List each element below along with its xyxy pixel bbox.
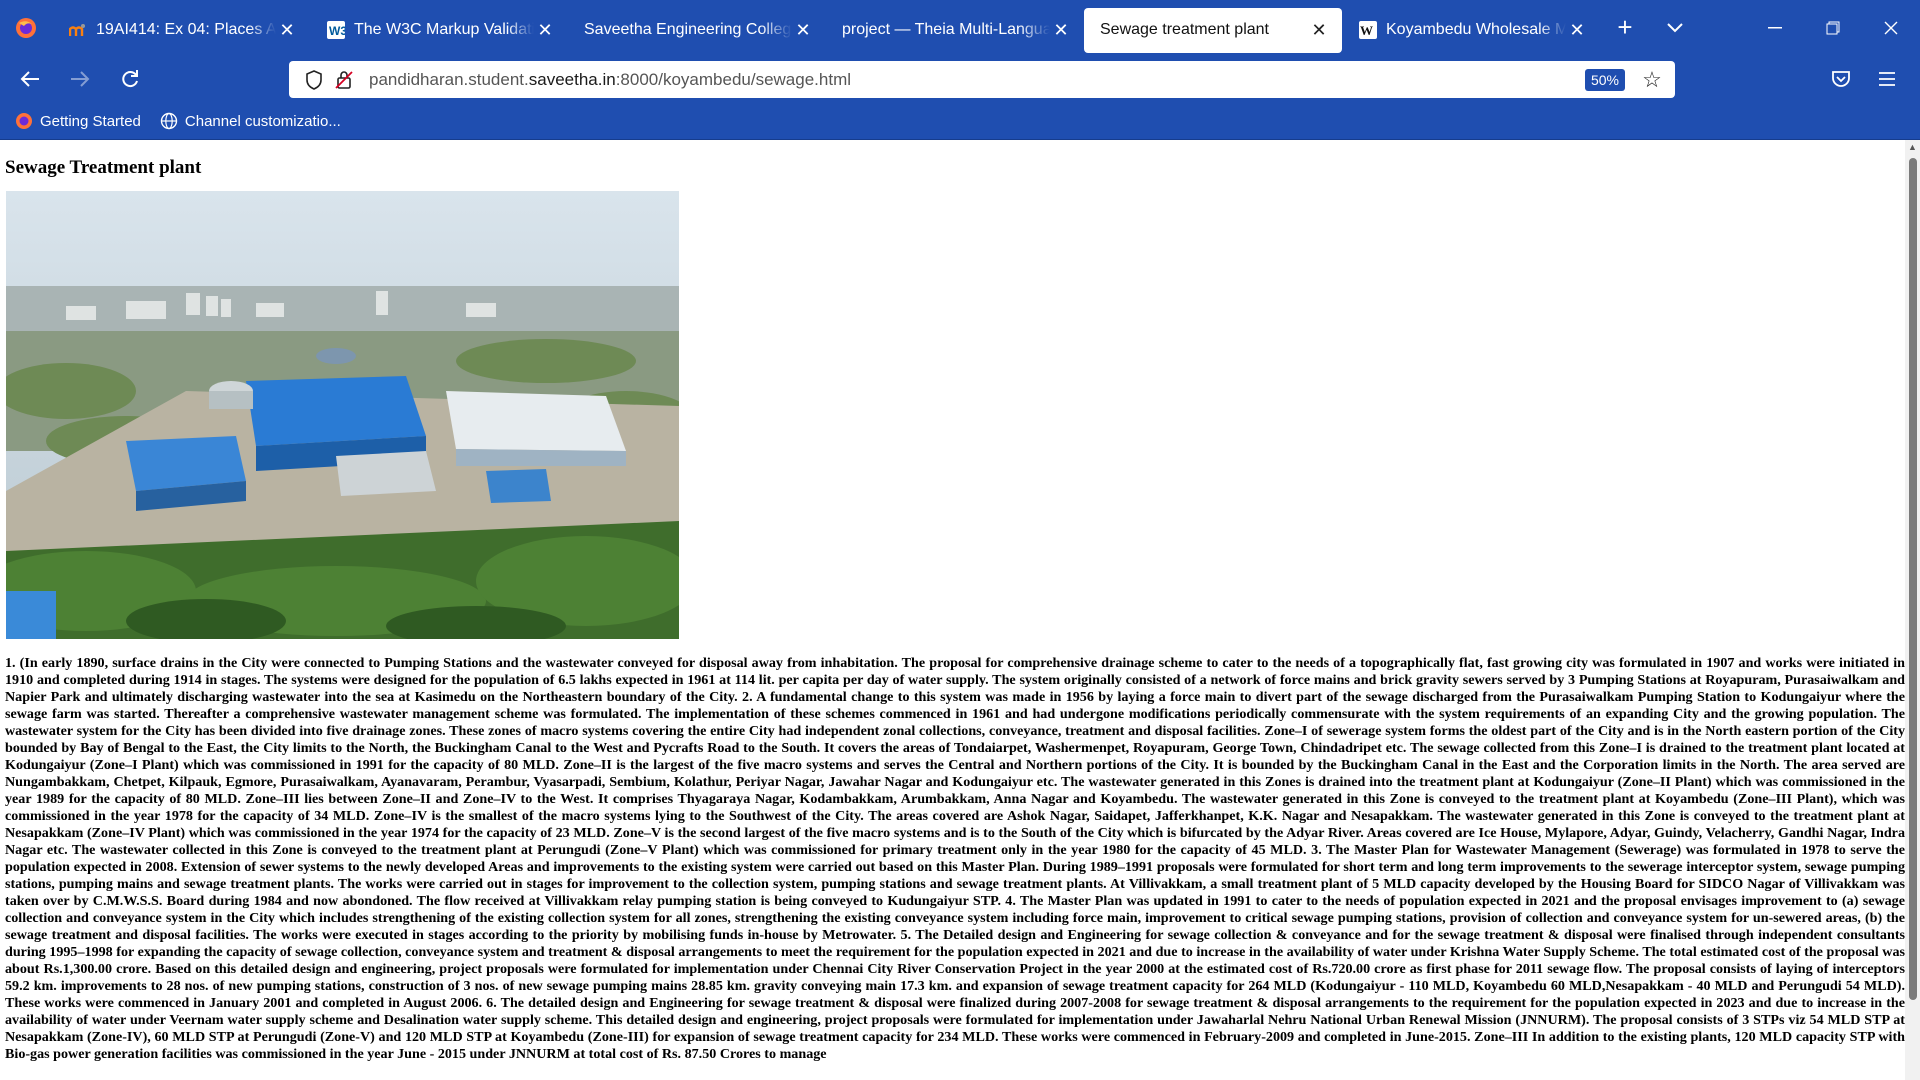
tracking-protection-shield-icon[interactable]	[299, 65, 329, 95]
url-path: :8000/koyambedu/sewage.html	[615, 69, 852, 89]
tab-strip: 19AI414: Ex 04: Places Around Me ✕ W3 Th…	[0, 0, 1920, 55]
close-tab-icon[interactable]: ✕	[792, 20, 814, 41]
firefox-icon	[14, 111, 34, 131]
minimize-icon[interactable]	[1746, 0, 1804, 55]
page-scrollbar[interactable]: ▲	[1905, 140, 1920, 1080]
tab-title: Saveetha Engineering College	[584, 21, 792, 38]
close-tab-icon[interactable]: ✕	[534, 20, 556, 41]
url-host: pandidharan.student.	[369, 69, 529, 89]
bookmark-star-icon[interactable]: ☆	[1637, 67, 1667, 93]
w3c-icon: W3	[326, 20, 346, 40]
zoom-level-badge[interactable]: 50%	[1584, 68, 1625, 91]
close-tab-icon[interactable]: ✕	[276, 20, 298, 41]
tab-theia-workspace[interactable]: project — Theia Multi-Language Workspace…	[826, 8, 1084, 53]
page-heading: Sewage Treatment plant	[5, 157, 202, 178]
bookmark-getting-started[interactable]: Getting Started	[14, 111, 141, 131]
svg-text:W: W	[1360, 23, 1373, 38]
list-all-tabs-chevron-down-icon[interactable]	[1650, 0, 1700, 55]
address-bar[interactable]: pandidharan.student.saveetha.in:8000/koy…	[289, 61, 1675, 98]
tab-title: Sewage treatment plant	[1100, 21, 1269, 38]
moodle-icon	[68, 20, 88, 40]
tab-w3c-validator[interactable]: W3 The W3C Markup Validation Service ✕	[310, 8, 568, 53]
scroll-up-arrow-icon[interactable]: ▲	[1905, 140, 1920, 155]
tab-places-around-me[interactable]: 19AI414: Ex 04: Places Around Me ✕	[52, 8, 310, 53]
firefox-menu-icon[interactable]	[0, 0, 52, 55]
wikipedia-icon: W	[1358, 20, 1378, 40]
close-window-icon[interactable]	[1862, 0, 1920, 55]
window-controls	[1746, 0, 1920, 55]
tab-title: Koyambedu Wholesale Market Complex	[1386, 21, 1566, 38]
pocket-icon[interactable]	[1818, 59, 1864, 99]
hamburger-menu-icon[interactable]	[1864, 59, 1910, 99]
bookmark-label: Channel customizatio...	[184, 112, 341, 130]
url-text[interactable]: pandidharan.student.saveetha.in:8000/koy…	[369, 70, 1585, 90]
tab-title: The W3C Markup Validation Service	[354, 21, 534, 38]
tab-sewage-treatment[interactable]: Sewage treatment plant ✕	[1084, 7, 1342, 53]
scrollbar-thumb[interactable]	[1909, 158, 1917, 1000]
bookmarks-toolbar: Getting Started Channel customizatio...	[0, 103, 1920, 140]
back-arrow-icon[interactable]	[10, 59, 50, 99]
bookmark-channel-customization[interactable]: Channel customizatio...	[159, 111, 341, 131]
close-tab-icon[interactable]: ✕	[1050, 20, 1072, 41]
new-tab-button[interactable]: +	[1600, 0, 1650, 55]
insecure-lock-icon[interactable]	[329, 65, 359, 95]
restore-icon[interactable]	[1804, 0, 1862, 55]
tab-koyambedu-wikipedia[interactable]: W Koyambedu Wholesale Market Complex ✕	[1342, 8, 1600, 53]
page-content: Sewage Treatment plant 1. (In early 1890…	[0, 140, 1905, 1080]
forward-arrow-icon[interactable]	[60, 59, 100, 99]
close-tab-icon[interactable]: ✕	[1566, 20, 1588, 41]
reload-icon[interactable]	[110, 59, 150, 99]
navigation-toolbar: pandidharan.student.saveetha.in:8000/koy…	[0, 55, 1920, 103]
tab-title: project — Theia Multi-Language Workspace	[842, 21, 1050, 38]
sewage-plant-aerial-photo	[6, 191, 679, 639]
svg-text:W3: W3	[329, 24, 345, 38]
bookmark-label: Getting Started	[40, 112, 141, 130]
body-paragraph: 1. (In early 1890, surface drains in the…	[5, 655, 1905, 1062]
tab-saveetha[interactable]: Saveetha Engineering College ✕	[568, 8, 826, 53]
close-tab-icon[interactable]: ✕	[1308, 20, 1330, 41]
globe-icon	[159, 111, 179, 131]
url-domain: saveetha.in	[528, 69, 616, 89]
tab-title: 19AI414: Ex 04: Places Around Me	[96, 21, 276, 38]
